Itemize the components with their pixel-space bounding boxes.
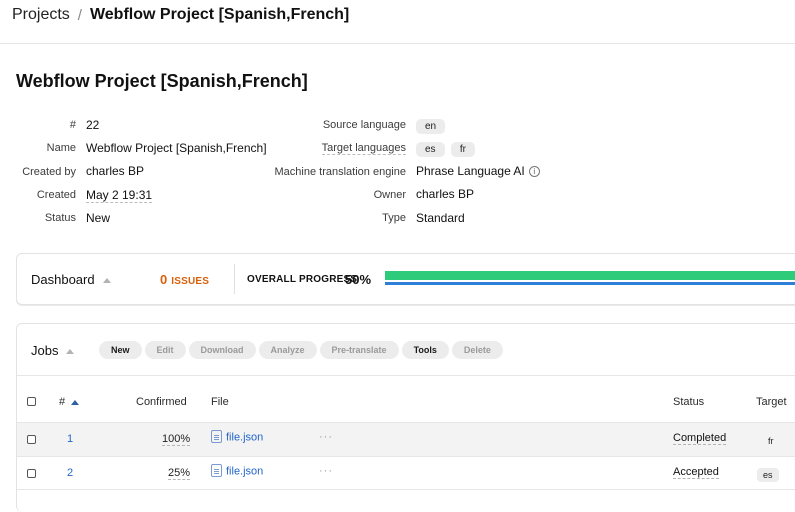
job-confirmed: 25% — [168, 467, 191, 480]
file-icon — [211, 464, 222, 477]
jobs-toggle[interactable]: Jobs — [31, 343, 75, 358]
table-row[interactable]: 2 25% file.json ··· Accepted es — [17, 456, 795, 490]
info-row-type: Type — [0, 211, 406, 227]
column-header-num[interactable]: # — [59, 396, 80, 408]
select-all-checkbox[interactable] — [27, 397, 36, 406]
target-language-chip-es: es — [416, 142, 445, 157]
table-row[interactable]: 1 100% file.json ··· Completed fr — [17, 422, 795, 456]
row-checkbox[interactable] — [27, 435, 36, 444]
breadcrumb-projects-link[interactable]: Projects — [12, 6, 70, 24]
more-options-icon[interactable]: ··· — [319, 431, 333, 443]
tools-button[interactable]: Tools — [401, 341, 449, 359]
info-row-owner: Owner — [0, 188, 406, 204]
job-status: Completed — [673, 432, 727, 445]
info-row-source-language: Source language — [0, 118, 406, 134]
job-target-chip: fr — [768, 436, 774, 446]
owner-value: charles BP — [416, 187, 475, 201]
caret-up-icon — [102, 278, 111, 284]
job-file-link[interactable]: file.json — [226, 465, 263, 477]
mt-engine-name: Phrase Language AI — [416, 164, 525, 178]
issues-label: ISSUES — [171, 276, 210, 287]
job-status: Accepted — [673, 466, 719, 479]
dashboard-title: Dashboard — [31, 272, 95, 287]
new-button[interactable]: New — [99, 341, 142, 359]
breadcrumb-current: Webflow Project [Spanish,French] — [89, 6, 350, 23]
mt-engine-label: Machine translation engine — [274, 166, 406, 178]
dashboard-toggle[interactable]: Dashboard — [31, 272, 111, 287]
column-num-label: # — [59, 396, 66, 408]
overall-progress-percent: 50% — [345, 272, 372, 287]
job-file-link[interactable]: file.json — [226, 431, 263, 443]
analyze-button[interactable]: Analyze — [258, 341, 317, 359]
jobs-divider — [17, 375, 795, 376]
info-icon[interactable]: i — [528, 166, 540, 178]
owner-label: Owner — [373, 189, 406, 201]
progress-bar-green — [385, 271, 795, 280]
top-bar: Projects / Webflow Project [Spanish,Fren… — [0, 0, 795, 44]
type-label: Type — [382, 212, 406, 224]
breadcrumb: Projects / Webflow Project [Spanish,Fren… — [12, 6, 349, 24]
column-header-confirmed[interactable]: Confirmed — [136, 396, 187, 408]
target-languages-label: Target languages — [321, 142, 406, 155]
delete-button[interactable]: Delete — [451, 341, 503, 359]
mt-engine-value: Phrase Language AI i — [416, 164, 540, 178]
source-language-chip: en — [416, 119, 446, 134]
column-header-file[interactable]: File — [211, 396, 229, 408]
column-header-target[interactable]: Target — [756, 396, 787, 408]
issues-count: 0 — [160, 272, 168, 287]
pretranslate-button[interactable]: Pre-translate — [319, 341, 399, 359]
breadcrumb-separator: / — [77, 6, 82, 24]
job-file[interactable]: file.json — [211, 430, 263, 444]
download-button[interactable]: Download — [188, 341, 256, 359]
job-confirmed: 100% — [162, 433, 191, 446]
target-languages-value: es fr — [416, 141, 478, 157]
column-header-status[interactable]: Status — [673, 396, 704, 408]
dashboard-panel: Dashboard 0 ISSUES OVERALL PROGRESS 50% — [16, 253, 795, 305]
divider — [234, 264, 235, 294]
caret-up-icon — [66, 349, 75, 355]
edit-button[interactable]: Edit — [144, 341, 186, 359]
jobs-title: Jobs — [31, 343, 59, 358]
progress-bar-blue — [385, 282, 795, 285]
overall-progress-label: OVERALL PROGRESS — [247, 274, 358, 285]
job-file[interactable]: file.json — [211, 464, 263, 478]
job-target-chip: es — [757, 468, 779, 482]
page-title: Webflow Project [Spanish,French] — [16, 71, 308, 91]
type-value: Standard — [416, 211, 465, 225]
jobs-toolbar: New Edit Download Analyze Pre-translate … — [99, 341, 503, 359]
info-row-target-languages: Target languages — [0, 141, 406, 157]
issues-indicator[interactable]: 0 ISSUES — [160, 272, 209, 287]
row-checkbox[interactable] — [27, 469, 36, 478]
job-number-link[interactable]: 2 — [67, 467, 73, 479]
more-options-icon[interactable]: ··· — [319, 465, 333, 477]
source-language-value: en — [416, 118, 448, 134]
target-language-chip-fr: fr — [450, 142, 476, 157]
info-row-mt-engine: Machine translation engine — [0, 165, 406, 181]
source-language-label: Source language — [322, 119, 406, 131]
file-icon — [211, 430, 222, 443]
jobs-panel: Jobs New Edit Download Analyze Pre-trans… — [16, 323, 795, 512]
job-number-link[interactable]: 1 — [67, 433, 73, 445]
sort-ascending-icon — [71, 399, 80, 405]
